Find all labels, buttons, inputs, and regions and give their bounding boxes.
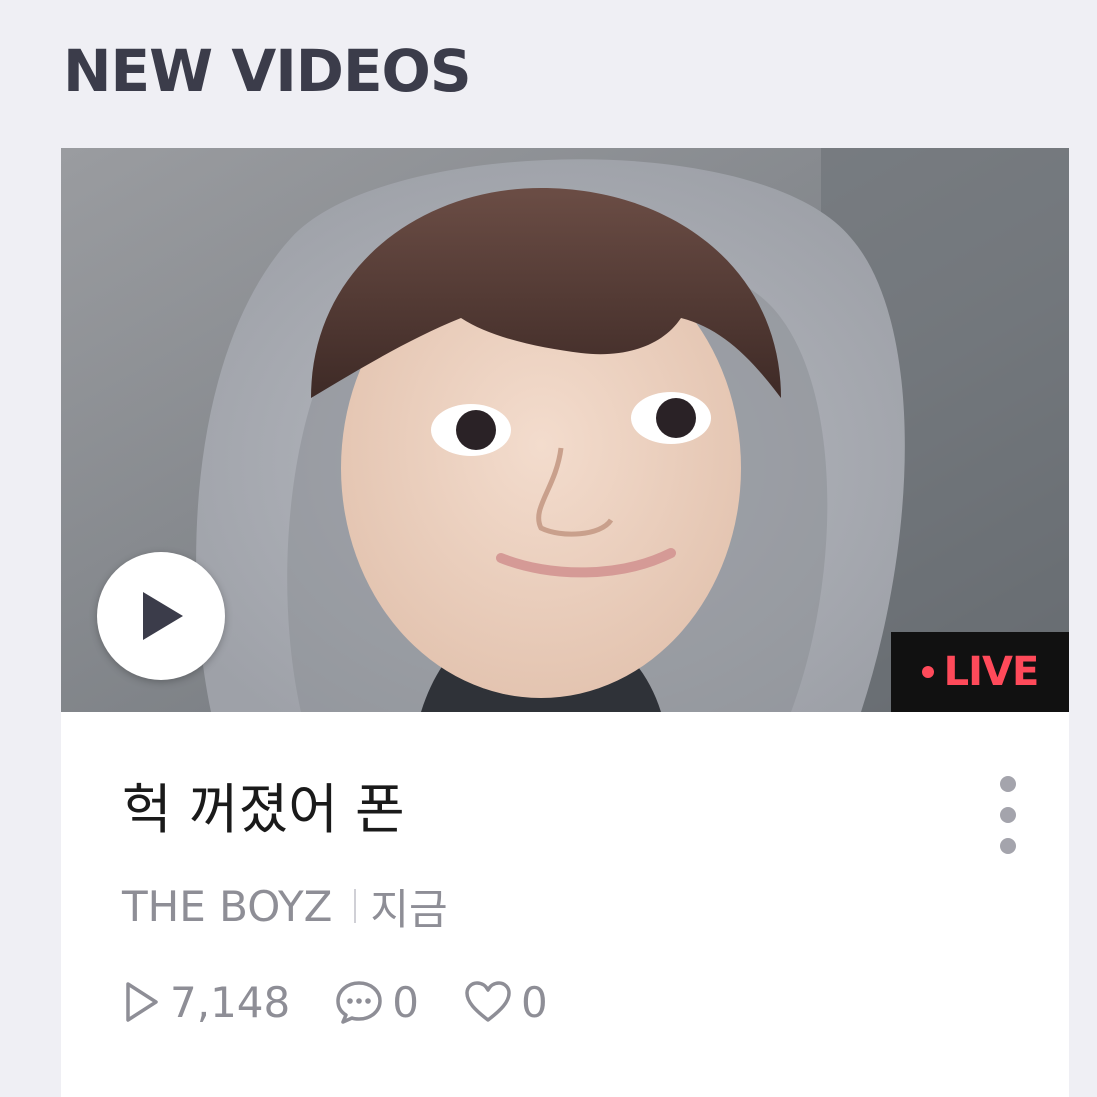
heart-outline-icon (465, 981, 511, 1022)
video-stats: 7,148 0 0 (122, 974, 592, 1030)
comment-bubble-icon (336, 981, 382, 1024)
video-meta: THE BOYZ 지금 (122, 876, 448, 936)
play-icon (143, 592, 183, 640)
video-thumbnail[interactable]: LIVE (61, 148, 1069, 712)
page: NEW VIDEOS LIVE 헉 꺼졌어 폰 THE BOYZ 지금 7,14… (0, 0, 1097, 1097)
live-label: LIVE (943, 649, 1040, 695)
live-badge: LIVE (891, 632, 1069, 712)
like-count[interactable]: 0 (463, 978, 548, 1027)
play-outline-icon (126, 982, 158, 1022)
channel-name[interactable]: THE BOYZ (122, 882, 332, 931)
live-dot-icon (921, 666, 934, 678)
play-button[interactable] (97, 552, 225, 680)
video-card[interactable]: LIVE 헉 꺼졌어 폰 THE BOYZ 지금 7,148 0 0 (61, 148, 1069, 1097)
like-count-value: 0 (520, 977, 548, 1027)
more-vertical-icon[interactable] (986, 770, 1030, 860)
video-title[interactable]: 헉 꺼졌어 폰 (122, 780, 405, 840)
meta-divider (354, 889, 357, 923)
play-count-value: 7,148 (170, 977, 291, 1027)
comment-count-value: 0 (392, 977, 419, 1027)
section-title: NEW VIDEOS (63, 37, 472, 105)
comment-count[interactable]: 0 (334, 978, 419, 1027)
post-time: 지금 (370, 884, 448, 934)
play-count: 7,148 (122, 978, 290, 1027)
